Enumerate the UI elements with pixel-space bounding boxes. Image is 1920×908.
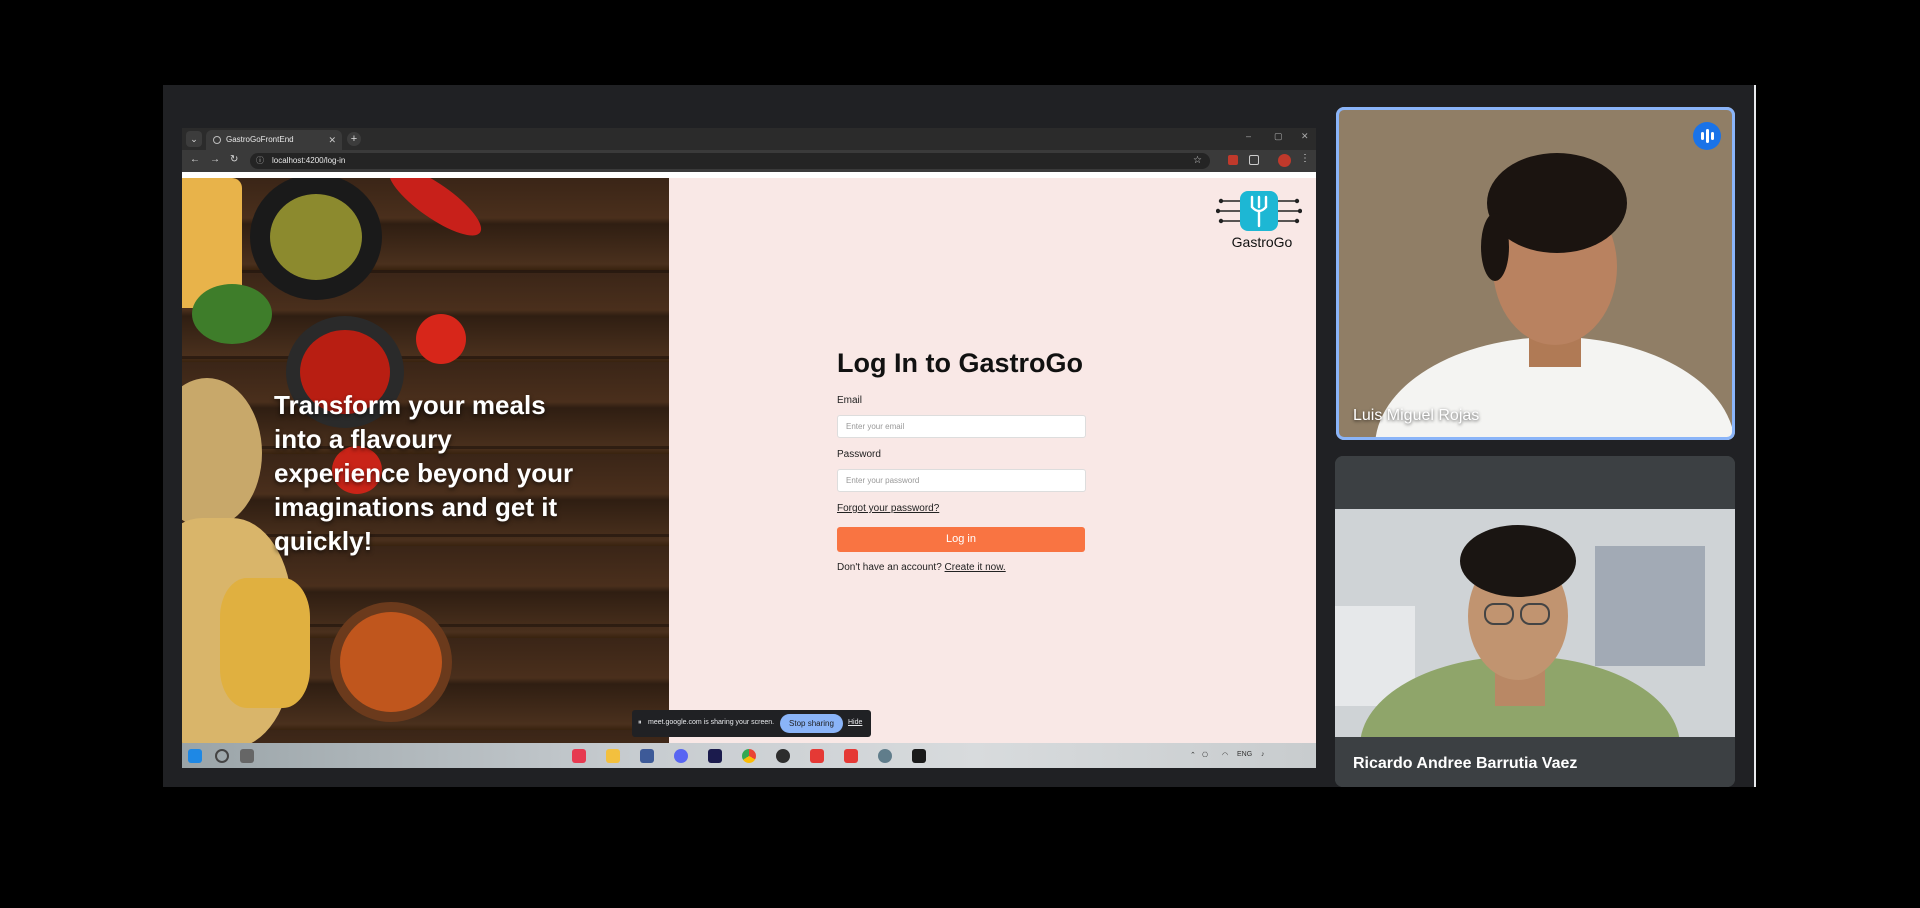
tray-chevron-icon[interactable]: ⌃ xyxy=(1190,751,1196,759)
task-view-icon[interactable] xyxy=(240,749,254,763)
start-menu-icon[interactable] xyxy=(188,749,202,763)
discord-icon[interactable] xyxy=(674,749,688,763)
participant-tile[interactable] xyxy=(1335,456,1735,787)
tomato-image xyxy=(416,314,466,364)
active-speaker-border xyxy=(1336,107,1735,440)
tray-app-icon[interactable]: ⎔ xyxy=(1202,751,1208,759)
windows-taskbar: ⌃ ⎔ ◠ ENG ♪ xyxy=(182,743,1316,768)
paprika-image xyxy=(340,612,442,712)
profile-avatar-icon[interactable] xyxy=(1278,154,1291,167)
address-url: localhost:4200/log-in xyxy=(272,156,346,165)
volume-icon[interactable]: ♪ xyxy=(1261,751,1265,758)
tab-title: GastroGoFrontEnd xyxy=(226,135,294,144)
code-editor-icon[interactable] xyxy=(708,749,722,763)
pasta-image xyxy=(220,578,310,708)
gastrogo-logo-icon xyxy=(1216,191,1302,231)
create-account-link[interactable]: Create it now. xyxy=(945,562,1006,573)
language-indicator[interactable]: ENG xyxy=(1237,751,1252,758)
forward-icon[interactable]: → xyxy=(210,154,220,165)
anydesk-icon[interactable] xyxy=(810,749,824,763)
login-button[interactable]: Log in xyxy=(837,527,1085,552)
chili-pepper-image xyxy=(380,178,490,247)
forgot-password-link[interactable]: Forgot your password? xyxy=(837,503,939,514)
close-tab-icon[interactable]: ✕ xyxy=(328,130,336,150)
browser-toolbar: ← → ↻ ⓘ localhost:4200/log-in ☆ ⋮ xyxy=(182,150,1316,172)
participant-name: Ricardo Andree Barrutia Vaez xyxy=(1353,755,1578,772)
extension-icon[interactable] xyxy=(1228,155,1238,165)
chrome-icon[interactable] xyxy=(742,749,756,763)
login-title: Log In to GastroGo xyxy=(837,348,1083,378)
more-menu-icon[interactable]: ⋮ xyxy=(1300,153,1310,164)
extensions-puzzle-icon[interactable] xyxy=(1249,155,1259,165)
search-icon[interactable] xyxy=(215,749,229,763)
login-pane: GastroGo Log In to GastroGo Email Enter … xyxy=(669,178,1316,743)
new-tab-button[interactable]: + xyxy=(347,132,361,146)
wifi-icon[interactable]: ◠ xyxy=(1222,751,1228,759)
anydesk-icon-2[interactable] xyxy=(844,749,858,763)
email-field[interactable]: Enter your email xyxy=(837,415,1086,438)
signup-prompt: Don't have an account? Create it now. xyxy=(837,562,1006,573)
participant-video xyxy=(1335,456,1735,787)
wrap-image xyxy=(182,378,262,528)
site-info-icon[interactable]: ⓘ xyxy=(256,153,264,169)
settings-gear-icon[interactable] xyxy=(878,749,892,763)
stop-sharing-button[interactable]: Stop sharing xyxy=(780,714,843,733)
pause-icon: ⏸ xyxy=(638,719,642,726)
hide-button[interactable]: Hide xyxy=(848,719,862,726)
app-store-icon[interactable] xyxy=(640,749,654,763)
minimize-icon[interactable]: – xyxy=(1246,131,1251,141)
file-explorer-icon[interactable] xyxy=(606,749,620,763)
shared-screen-browser: ⌄ GastroGoFrontEnd ✕ + – ▢ ✕ ← → ↻ ⓘ loc… xyxy=(182,128,1316,768)
password-field[interactable]: Enter your password xyxy=(837,469,1086,492)
herbs-image xyxy=(192,284,272,344)
signup-prompt-text: Don't have an account? xyxy=(837,562,942,573)
speaking-indicator-icon xyxy=(1693,122,1721,150)
olives-image xyxy=(270,194,362,280)
participant-name: Luis Miguel Rojas xyxy=(1353,407,1480,424)
wood-plank-line xyxy=(182,270,669,273)
browser-tab[interactable]: GastroGoFrontEnd ✕ xyxy=(206,130,342,150)
bookmark-star-icon[interactable]: ☆ xyxy=(1193,153,1202,169)
hero-tagline: Transform your meals into a flavoury exp… xyxy=(274,390,574,556)
password-label: Password xyxy=(837,449,881,460)
stage-edge xyxy=(1754,85,1756,787)
tab-search-icon[interactable]: ⌄ xyxy=(186,131,202,147)
screen-share-bar: ⏸ meet.google.com is sharing your screen… xyxy=(632,710,871,737)
globe-icon xyxy=(213,136,221,144)
back-icon[interactable]: ← xyxy=(190,154,200,165)
terminal-icon[interactable] xyxy=(912,749,926,763)
close-window-icon[interactable]: ✕ xyxy=(1301,131,1309,142)
email-label: Email xyxy=(837,395,863,406)
music-app-icon[interactable] xyxy=(572,749,586,763)
address-bar[interactable]: ⓘ localhost:4200/log-in ☆ xyxy=(250,153,1210,169)
tab-strip: ⌄ GastroGoFrontEnd ✕ + – ▢ ✕ xyxy=(182,128,1316,150)
maximize-icon[interactable]: ▢ xyxy=(1274,131,1283,142)
reload-icon[interactable]: ↻ xyxy=(230,154,238,165)
brand-name: GastroGo xyxy=(1231,234,1293,250)
share-message: meet.google.com is sharing your screen. xyxy=(648,719,775,726)
app-icon[interactable] xyxy=(776,749,790,763)
hero-food-image: Transform your meals into a flavoury exp… xyxy=(182,178,669,743)
